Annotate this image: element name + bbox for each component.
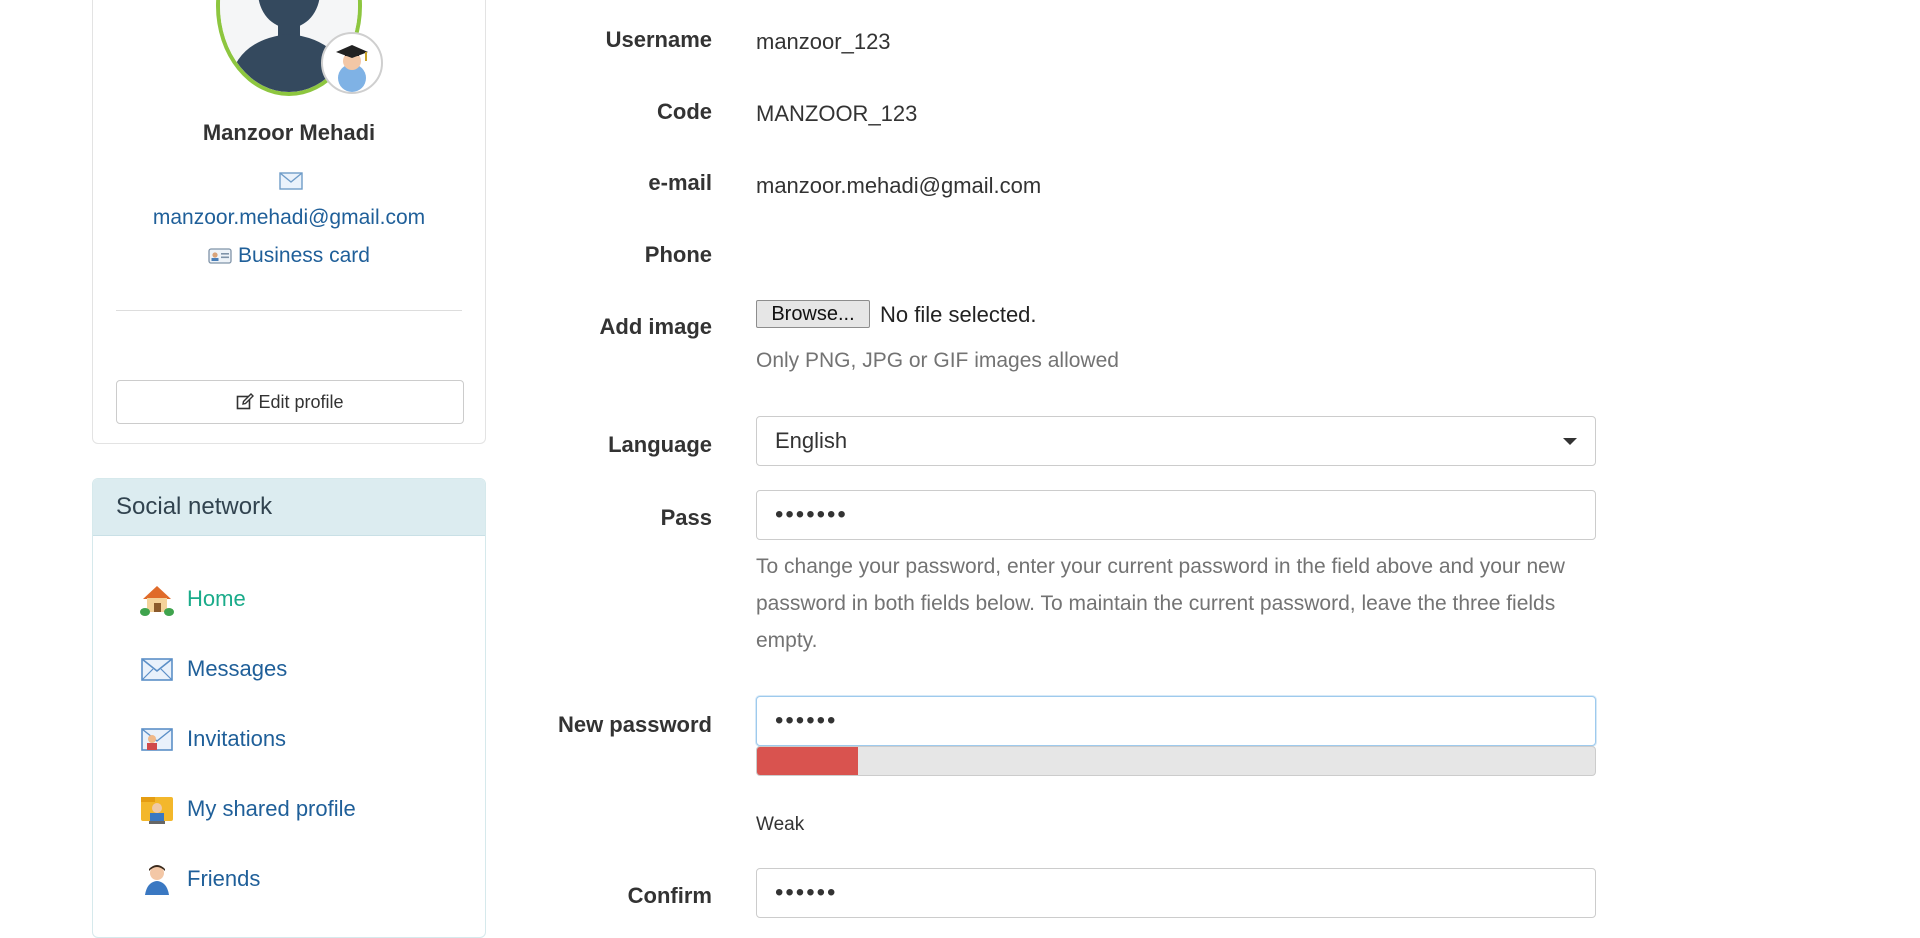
username-label: Username [605,27,712,52]
social-item-invitations[interactable]: Invitations [139,719,286,759]
no-file-text: No file selected. [880,302,1037,327]
envelope-icon [141,658,173,681]
confirm-label: Confirm [627,883,712,908]
envelope-icon[interactable] [279,172,303,190]
profile-card: Manzoor Mehadi manzoor.mehadi@gmail.com … [92,0,486,444]
pass-label: Pass [660,505,712,530]
language-select[interactable]: English [756,416,1596,466]
password-help-text: To change your password, enter your curr… [756,555,1565,652]
social-network-panel: Social network Home Messages Invitations [92,478,486,938]
social-item-label: Messages [187,656,288,681]
current-password-value: ••••••• [775,501,848,528]
business-card-link[interactable]: Business card [93,244,485,271]
confirm-password-value: •••••• [775,879,838,906]
invitation-icon [141,728,173,751]
new-password-value: •••••• [775,707,838,734]
home-icon [140,586,174,616]
social-item-friends[interactable]: Friends [139,859,260,899]
social-item-messages[interactable]: Messages [139,649,287,689]
image-help-text: Only PNG, JPG or GIF images allowed [756,349,1119,372]
business-card-label: Business card [238,244,370,267]
id-card-icon [208,247,232,271]
shared-profile-icon [141,797,173,824]
language-label: Language [608,432,712,457]
password-strength-fill [757,747,858,775]
password-strength-text: Weak [756,814,805,835]
email-value: manzoor.mehadi@gmail.com [756,173,1042,198]
friends-icon [145,865,169,895]
browse-button[interactable]: Browse... [756,300,870,328]
social-item-label: Home [187,586,246,611]
phone-label: Phone [644,242,712,267]
chevron-down-icon [1563,438,1577,445]
add-image-label: Add image [599,314,712,339]
current-password-input[interactable]: ••••••• [756,490,1596,540]
new-password-label: New password [557,712,712,737]
student-badge-icon [321,32,383,94]
new-password-input[interactable]: •••••• [756,696,1596,746]
language-selected-value: English [775,428,848,453]
social-item-label: My shared profile [187,796,356,821]
password-strength-bar [756,746,1596,776]
social-item-label: Invitations [187,726,287,751]
social-network-title: Social network [93,479,485,536]
code-value: MANZOOR_123 [756,101,918,126]
username-value: manzoor_123 [756,29,891,54]
profile-email-link[interactable]: manzoor.mehadi@gmail.com [93,206,485,230]
profile-name: Manzoor Mehadi [202,120,376,145]
divider [116,310,462,311]
code-label: Code [657,99,712,124]
confirm-password-input[interactable]: •••••• [756,868,1596,918]
edit-icon [237,393,255,410]
social-item-home[interactable]: Home [139,579,246,619]
social-item-label: Friends [187,866,261,891]
social-item-shared-profile[interactable]: My shared profile [139,789,356,829]
edit-profile-label: Edit profile [258,391,344,412]
email-label: e-mail [648,170,712,195]
edit-profile-button[interactable]: Edit profile [116,380,464,424]
